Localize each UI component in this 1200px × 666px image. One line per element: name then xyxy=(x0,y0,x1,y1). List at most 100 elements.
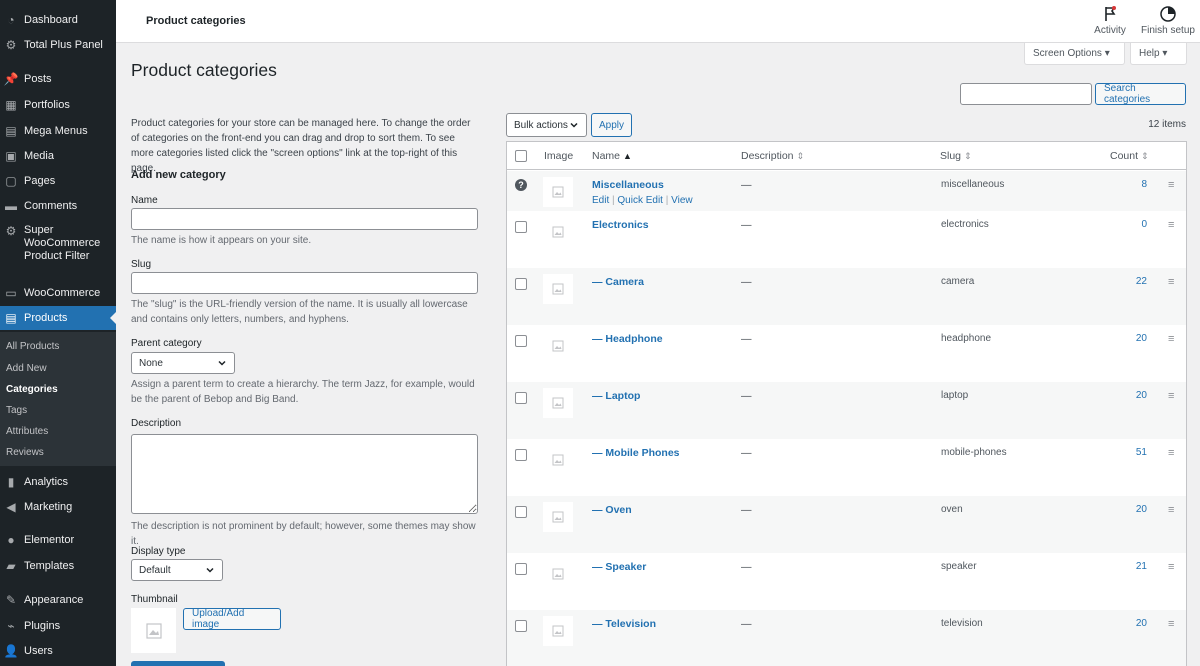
submenu-categories[interactable]: Categories xyxy=(6,384,58,395)
edit-link[interactable]: Edit xyxy=(592,195,609,206)
filter-icon: ⚙ xyxy=(5,224,17,238)
sidebar-item-templates[interactable]: ▰ Templates xyxy=(0,554,116,578)
search-input[interactable] xyxy=(960,83,1092,105)
category-name-link[interactable]: — Camera xyxy=(592,276,644,288)
view-link[interactable]: View xyxy=(671,195,693,206)
table-row: ? Miscellaneous Edit | Quick Edit | View… xyxy=(507,171,1186,211)
sidebar-item-users[interactable]: 👤 Users xyxy=(0,639,116,663)
sidebar-item-marketing[interactable]: ◀ Marketing xyxy=(0,495,116,519)
drag-handle-icon[interactable]: ≡ xyxy=(1168,504,1174,516)
category-count[interactable]: 8 xyxy=(1107,179,1147,190)
description-textarea[interactable] xyxy=(131,434,478,514)
folder-icon: ▰ xyxy=(6,559,16,573)
search-categories-button[interactable]: Search categories xyxy=(1095,83,1186,105)
sidebar-item-mega-menus[interactable]: ▤ Mega Menus xyxy=(0,119,116,143)
category-name-link[interactable]: — Mobile Phones xyxy=(592,447,680,459)
thumbnail-label: Thumbnail xyxy=(131,594,178,605)
submenu-add-new[interactable]: Add New xyxy=(6,363,47,374)
page-title: Product categories xyxy=(131,60,277,80)
category-name-link[interactable]: Electronics xyxy=(592,219,649,231)
sidebar-item-plugins[interactable]: ⌁ Plugins xyxy=(0,614,116,638)
submenu-all-products[interactable]: All Products xyxy=(6,341,59,352)
category-name-link[interactable]: — Laptop xyxy=(592,390,640,402)
image-placeholder-icon xyxy=(552,625,564,637)
drag-handle-icon[interactable]: ≡ xyxy=(1168,447,1174,459)
bulk-actions-select[interactable]: Bulk actions xyxy=(506,113,587,137)
column-slug[interactable]: Slug ⇕ xyxy=(940,150,972,162)
row-checkbox[interactable] xyxy=(515,335,527,347)
row-checkbox[interactable] xyxy=(515,278,527,290)
category-count[interactable]: 51 xyxy=(1107,447,1147,458)
row-checkbox[interactable] xyxy=(515,221,527,233)
screen-options-button[interactable]: Screen Options ▾ xyxy=(1024,43,1125,65)
category-count[interactable]: 20 xyxy=(1107,504,1147,515)
drag-handle-icon[interactable]: ≡ xyxy=(1168,561,1174,573)
flag-icon xyxy=(1105,6,1116,21)
category-name-link[interactable]: — Headphone xyxy=(592,333,663,345)
woo-icon: ▭ xyxy=(5,286,17,300)
sidebar-item-comments[interactable]: ▬ Comments xyxy=(0,194,116,218)
category-count[interactable]: 20 xyxy=(1107,390,1147,401)
display-type-select[interactable]: Default xyxy=(131,559,223,581)
column-description[interactable]: Description ⇕ xyxy=(741,150,804,162)
quick-edit-link[interactable]: Quick Edit xyxy=(617,195,663,206)
column-count[interactable]: Count ⇕ xyxy=(1110,150,1149,162)
sidebar-item-dashboard[interactable]: ◔ Dashboard xyxy=(0,8,116,32)
row-checkbox[interactable] xyxy=(515,392,527,404)
elementor-icon: ● xyxy=(7,533,15,547)
category-description: — xyxy=(741,504,752,516)
drag-handle-icon[interactable]: ≡ xyxy=(1168,333,1174,345)
apply-button[interactable]: Apply xyxy=(591,113,632,137)
help-button[interactable]: Help ▾ xyxy=(1130,43,1187,65)
submenu-tags[interactable]: Tags xyxy=(6,405,27,416)
row-checkbox[interactable] xyxy=(515,506,527,518)
sidebar-item-products[interactable]: ▤ Products xyxy=(0,306,116,330)
drag-handle-icon[interactable]: ≡ xyxy=(1168,390,1174,402)
items-count: 12 items xyxy=(1148,119,1186,130)
sidebar-item-analytics[interactable]: ▮ Analytics xyxy=(0,470,116,494)
activity-button[interactable]: Activity xyxy=(1090,5,1130,36)
sidebar-item-elementor[interactable]: ● Elementor xyxy=(0,528,116,552)
category-name-link[interactable]: Miscellaneous xyxy=(592,179,664,191)
row-checkbox[interactable] xyxy=(515,620,527,632)
category-thumbnail xyxy=(543,274,573,304)
progress-circle-icon xyxy=(1160,6,1176,22)
parent-category-select[interactable]: None xyxy=(131,352,235,374)
category-count[interactable]: 22 xyxy=(1107,276,1147,287)
category-name-link[interactable]: — Television xyxy=(592,618,656,630)
drag-handle-icon[interactable]: ≡ xyxy=(1168,179,1174,191)
category-name-link[interactable]: — Oven xyxy=(592,504,632,516)
sidebar-item-portfolios[interactable]: ▦ Portfolios xyxy=(0,93,116,117)
drag-handle-icon[interactable]: ≡ xyxy=(1168,618,1174,630)
sidebar-item-woocommerce[interactable]: ▭ WooCommerce xyxy=(0,281,116,305)
category-count[interactable]: 20 xyxy=(1107,618,1147,629)
category-count[interactable]: 0 xyxy=(1107,219,1147,230)
submenu-reviews[interactable]: Reviews xyxy=(6,447,44,458)
select-all-checkbox[interactable] xyxy=(515,150,527,162)
category-count[interactable]: 21 xyxy=(1107,561,1147,572)
row-checkbox[interactable] xyxy=(515,563,527,575)
slug-input[interactable] xyxy=(131,272,478,294)
top-header: Product categories Activity Finish setup xyxy=(116,0,1200,43)
sidebar-item-posts[interactable]: 📌 Posts xyxy=(0,67,116,91)
dashboard-icon: ◔ xyxy=(7,13,15,27)
drag-handle-icon[interactable]: ≡ xyxy=(1168,276,1174,288)
sidebar-item-pages[interactable]: ▢ Pages xyxy=(0,169,116,193)
sidebar-item-total-plus-panel[interactable]: ⚙ Total Plus Panel xyxy=(0,33,116,57)
row-checkbox[interactable] xyxy=(515,449,527,461)
add-category-button[interactable] xyxy=(131,661,225,666)
finish-setup-button[interactable]: Finish setup xyxy=(1140,5,1196,36)
category-name-link[interactable]: — Speaker xyxy=(592,561,646,573)
column-name[interactable]: Name ▲ xyxy=(592,150,632,162)
sidebar-item-super-woocommerce-product-filter[interactable]: ⚙ Super WooCommerce Product Filter xyxy=(0,224,116,268)
sort-icon: ⇕ xyxy=(964,151,972,161)
sidebar-item-appearance[interactable]: ✎ Appearance xyxy=(0,588,116,612)
upload-image-button[interactable]: Upload/Add image xyxy=(183,608,281,630)
drag-handle-icon[interactable]: ≡ xyxy=(1168,219,1174,231)
table-row: — Speaker — speaker 21 ≡ xyxy=(507,553,1186,610)
name-input[interactable] xyxy=(131,208,478,230)
submenu-attributes[interactable]: Attributes xyxy=(6,426,48,437)
category-count[interactable]: 20 xyxy=(1107,333,1147,344)
sidebar-item-media[interactable]: ▣ Media xyxy=(0,144,116,168)
user-icon: 👤 xyxy=(3,644,19,658)
